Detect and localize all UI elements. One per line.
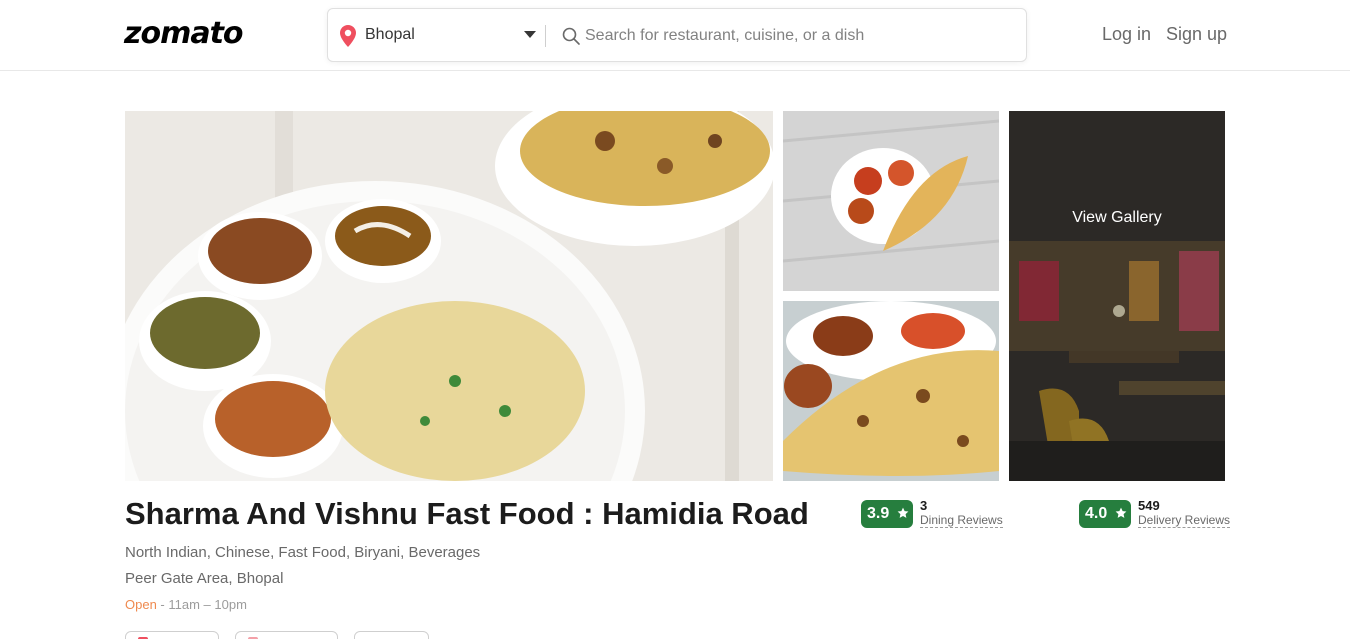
search-bar: Bhopal — [327, 8, 1027, 62]
signup-link[interactable]: Sign up — [1166, 24, 1227, 45]
star-icon — [897, 507, 909, 518]
thali-illustration — [125, 111, 773, 481]
dining-reviews-link[interactable]: Dining Reviews — [920, 514, 1003, 528]
delivery-review-count: 549 — [1138, 498, 1160, 513]
paratha-combo-illustration — [783, 301, 999, 481]
zomato-logo[interactable]: zomato — [124, 16, 244, 51]
caret-down-icon[interactable] — [524, 31, 536, 38]
food-photo-top[interactable] — [783, 111, 999, 291]
main-food-photo[interactable] — [125, 111, 773, 481]
search-divider — [545, 25, 546, 47]
action-button-bookmark[interactable] — [235, 631, 338, 639]
restaurant-name: Sharma And Vishnu Fast Food : Hamidia Ro… — [125, 496, 809, 531]
dining-rating-score: 3.9 — [867, 505, 890, 522]
dining-rating-badge: 3.9 — [861, 500, 913, 528]
restaurant-cuisines: North Indian, Chinese, Fast Food, Biryan… — [125, 544, 481, 561]
top-header: zomato Bhopal Log in Sign up — [0, 0, 1350, 71]
restaurant-timing: Open - 11am – 10pm — [125, 597, 247, 612]
action-button-share[interactable] — [354, 631, 429, 639]
paratha-plate-illustration — [783, 111, 999, 291]
restaurant-location: Peer Gate Area, Bhopal — [125, 570, 284, 587]
star-icon — [1115, 507, 1127, 518]
login-link[interactable]: Log in — [1102, 24, 1151, 45]
restaurant-interior-illustration — [1009, 111, 1225, 481]
location-selector-value[interactable]: Bhopal — [365, 26, 415, 44]
search-input[interactable] — [585, 21, 1005, 51]
view-gallery-label[interactable]: View Gallery — [1009, 209, 1225, 227]
location-pin-icon — [340, 25, 356, 47]
food-photo-bottom[interactable] — [783, 301, 999, 481]
delivery-rating-badge: 4.0 — [1079, 500, 1131, 528]
view-gallery-tile[interactable]: View Gallery — [1009, 111, 1225, 481]
delivery-rating-score: 4.0 — [1085, 505, 1108, 522]
opening-hours[interactable]: - 11am – 10pm — [157, 597, 246, 612]
dining-review-count: 3 — [920, 498, 928, 513]
search-icon — [562, 27, 580, 45]
open-status: Open — [125, 597, 157, 612]
delivery-reviews-link[interactable]: Delivery Reviews — [1138, 514, 1231, 528]
action-button-directions[interactable] — [125, 631, 219, 639]
